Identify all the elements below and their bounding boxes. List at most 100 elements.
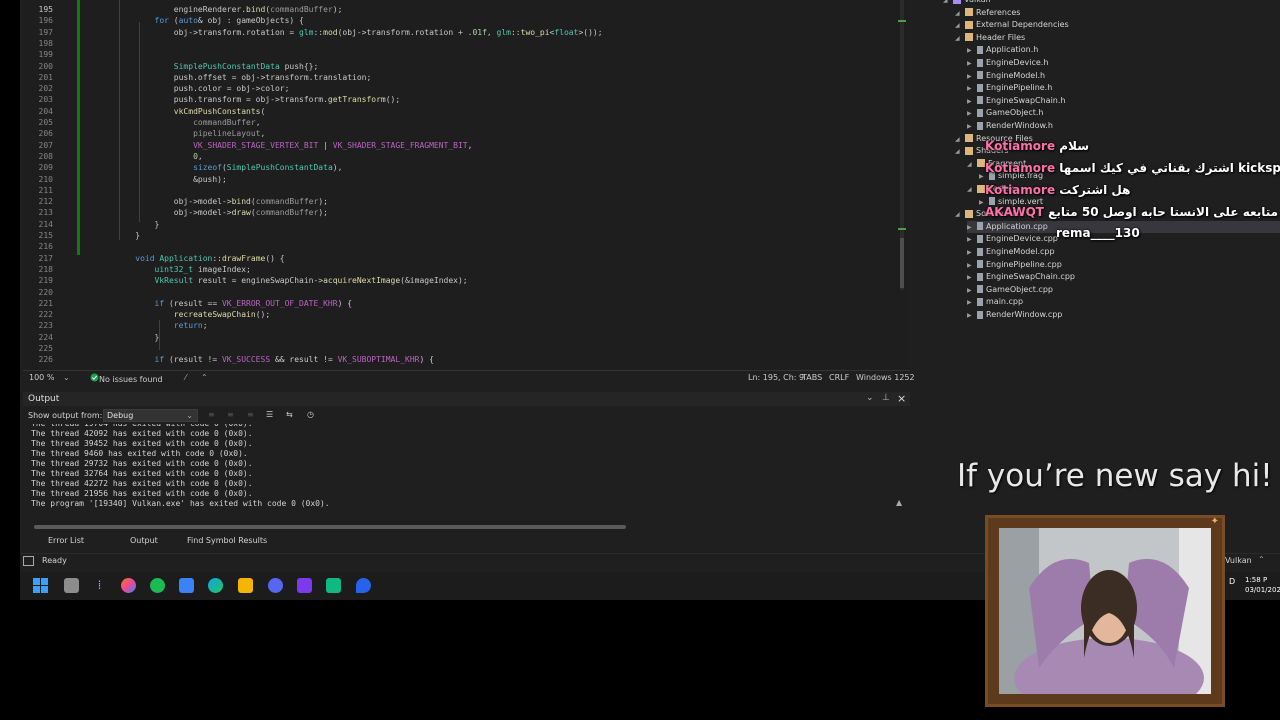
- output-source-select[interactable]: Debug ⌄: [103, 409, 198, 422]
- scroll-up-arrow-icon[interactable]: ▲: [896, 498, 902, 507]
- code-line[interactable]: commandBuffer,: [116, 117, 260, 128]
- code-line[interactable]: }: [116, 332, 160, 343]
- expand-arrow-icon[interactable]: ▶: [967, 260, 977, 272]
- solution-item[interactable]: ▶ RenderWindow.h: [967, 120, 1053, 132]
- task-view-icon[interactable]: [64, 578, 79, 593]
- tab-error-list[interactable]: Error List: [48, 536, 84, 545]
- find-prev-icon[interactable]: ≡: [208, 410, 215, 419]
- solution-item[interactable]: ▶ RenderWindow.cpp: [967, 309, 1062, 321]
- code-line[interactable]: push.color = obj->color;: [116, 83, 290, 94]
- collapse-arrow-icon[interactable]: ◢: [943, 0, 953, 7]
- pin-icon[interactable]: ⊥: [882, 393, 890, 403]
- solution-item[interactable]: ▶ Application.h: [967, 44, 1038, 56]
- code-line[interactable]: pipelineLayout,: [116, 128, 265, 139]
- expand-arrow-icon[interactable]: ▶: [967, 234, 977, 246]
- code-line[interactable]: push.offset = obj->transform.translation…: [116, 72, 371, 83]
- solution-item[interactable]: ▶ GameObject.cpp: [967, 284, 1053, 296]
- code-line[interactable]: }: [116, 230, 140, 241]
- collapse-arrow-icon[interactable]: ◢: [955, 8, 965, 20]
- solution-item[interactable]: ▶ EngineDevice.cpp: [967, 233, 1058, 245]
- expand-arrow-icon[interactable]: ▶: [967, 247, 977, 259]
- app-icon[interactable]: [326, 578, 341, 593]
- close-icon[interactable]: ×: [897, 392, 906, 405]
- output-window-icon[interactable]: [23, 556, 34, 566]
- code-line[interactable]: obj->transform.rotation = glm::mod(obj->…: [116, 27, 603, 38]
- expand-arrow-icon[interactable]: ▶: [967, 58, 977, 70]
- solution-item[interactable]: ▶ EnginePipeline.cpp: [967, 259, 1062, 271]
- solution-item[interactable]: ◢ Header Files: [955, 32, 1025, 44]
- code-line[interactable]: }: [116, 219, 160, 230]
- tab-find-symbol-results[interactable]: Find Symbol Results: [187, 536, 267, 545]
- zoom-level[interactable]: 100 %: [29, 373, 54, 382]
- code-line[interactable]: recreateSwapChain();: [116, 309, 270, 320]
- word-wrap-icon[interactable]: ⇆: [286, 410, 293, 419]
- collapse-arrow-icon[interactable]: ◢: [955, 134, 965, 146]
- collapse-arrow-icon[interactable]: ◢: [955, 33, 965, 45]
- line-endings[interactable]: CRLF: [829, 373, 849, 382]
- indent-mode[interactable]: TABS: [802, 373, 822, 382]
- solution-item[interactable]: ▶ EngineModel.cpp: [967, 246, 1055, 258]
- code-line[interactable]: &push);: [116, 174, 227, 185]
- expand-arrow-icon[interactable]: ▶: [967, 222, 977, 234]
- expand-arrow-icon[interactable]: ▶: [967, 83, 977, 95]
- code-line[interactable]: 0,: [116, 151, 203, 162]
- solution-item[interactable]: ◢ Vulkan: [943, 0, 991, 6]
- maps-icon[interactable]: [356, 578, 371, 593]
- zoom-dropdown-icon[interactable]: ⌄: [63, 373, 70, 382]
- solution-item[interactable]: ▶ EnginePipeline.h: [967, 82, 1052, 94]
- editor-scrollbar[interactable]: [896, 0, 908, 290]
- code-line[interactable]: sizeof(SimplePushConstantData),: [116, 162, 342, 173]
- collapse-arrow-icon[interactable]: ◢: [955, 209, 965, 221]
- code-line[interactable]: SimplePushConstantData push{};: [116, 61, 319, 72]
- code-line[interactable]: if (result == VK_ERROR_OUT_OF_DATE_KHR) …: [116, 298, 352, 309]
- code-editor[interactable]: 195 196 197 198 199 200 201 202 203 204 205 206 207 2…: [23, 0, 910, 370]
- clock-time[interactable]: 1:58 P: [1245, 576, 1267, 584]
- copilot-icon[interactable]: [121, 578, 136, 593]
- collapse-arrow-icon[interactable]: ◢: [967, 159, 977, 171]
- collapse-arrow-icon[interactable]: ◢: [955, 146, 965, 158]
- find-next-icon[interactable]: ≡: [227, 410, 234, 419]
- code-line[interactable]: void Application::drawFrame() {: [116, 253, 284, 264]
- solution-item[interactable]: ▶ EngineSwapChain.h: [967, 95, 1065, 107]
- expand-arrow-icon[interactable]: ▶: [967, 297, 977, 309]
- chevron-up-icon[interactable]: ⌃: [1258, 555, 1265, 564]
- encoding[interactable]: Windows 1252: [856, 373, 915, 382]
- solution-item[interactable]: ▶ EngineDevice.h: [967, 57, 1048, 69]
- code-line[interactable]: uint32_t imageIndex;: [116, 264, 251, 275]
- brush-icon[interactable]: ⁄: [185, 373, 186, 382]
- language-indicator[interactable]: D: [1229, 577, 1235, 586]
- expand-arrow-icon[interactable]: ▶: [967, 45, 977, 57]
- visual-studio-icon[interactable]: [297, 578, 312, 593]
- spotify-icon[interactable]: [150, 578, 165, 593]
- collapse-arrow-icon[interactable]: ◢: [967, 184, 977, 196]
- solution-item[interactable]: ◢ External Dependencies: [955, 19, 1069, 31]
- collapse-arrow-icon[interactable]: ◢: [955, 20, 965, 32]
- expand-arrow-icon[interactable]: ▶: [967, 121, 977, 133]
- expand-arrow-icon[interactable]: ▶: [967, 71, 977, 83]
- chevron-up-icon[interactable]: ⌃: [201, 373, 208, 382]
- find-last-icon[interactable]: ≡: [247, 410, 254, 419]
- file-explorer-icon[interactable]: [238, 578, 253, 593]
- code-line[interactable]: VK_SHADER_STAGE_VERTEX_BIT | VK_SHADER_S…: [116, 140, 472, 151]
- expand-arrow-icon[interactable]: ▶: [967, 285, 977, 297]
- audio-app-icon[interactable]: ⁞: [92, 578, 107, 593]
- code-line[interactable]: return;: [116, 320, 208, 331]
- solution-item[interactable]: ◢ References: [955, 7, 1020, 19]
- clock-date[interactable]: 03/01/202: [1245, 586, 1280, 594]
- code-line[interactable]: obj->model->bind(commandBuffer);: [116, 196, 328, 207]
- tab-output[interactable]: Output: [130, 536, 158, 545]
- clock-icon[interactable]: ◷: [307, 410, 314, 419]
- expand-arrow-icon[interactable]: ▶: [967, 310, 977, 322]
- edge-browser-icon[interactable]: [208, 578, 223, 593]
- project-name[interactable]: Vulkan: [1225, 556, 1252, 565]
- issues-indicator[interactable]: No issues found: [90, 373, 163, 384]
- discord-icon[interactable]: [268, 578, 283, 593]
- windows-start-icon[interactable]: [33, 578, 48, 593]
- code-line[interactable]: vkCmdPushConstants(: [116, 106, 266, 117]
- mail-icon[interactable]: [179, 578, 194, 593]
- dropdown-chevron-icon[interactable]: ⌄: [866, 393, 874, 403]
- expand-arrow-icon[interactable]: ▶: [967, 272, 977, 284]
- output-horizontal-scrollbar[interactable]: [34, 525, 626, 529]
- code-line[interactable]: push.transform = obj->transform.getTrans…: [116, 94, 400, 105]
- solution-item[interactable]: ▶ main.cpp: [967, 296, 1023, 308]
